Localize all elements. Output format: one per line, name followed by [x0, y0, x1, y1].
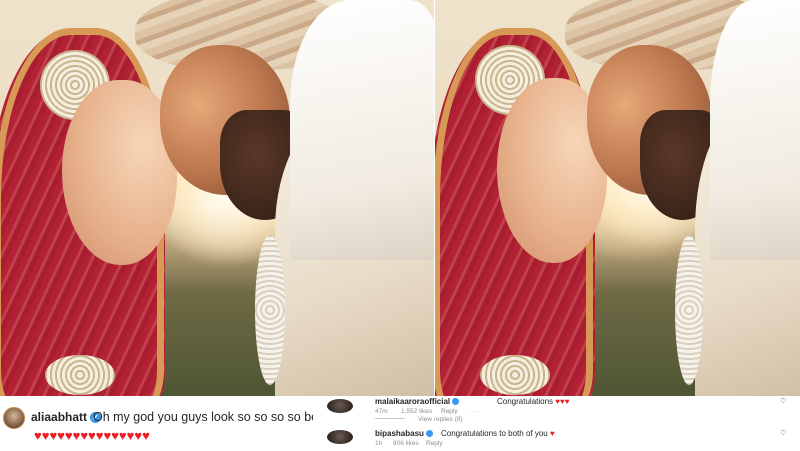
bride-necklace: [480, 355, 550, 395]
comment-text-body: Congratulations: [497, 397, 554, 406]
alia-hearts: ♥♥♥♥♥♥♥♥♥♥♥♥♥♥♥: [34, 428, 150, 443]
wedding-photo-left: [0, 0, 434, 396]
comment-time: 47m: [375, 408, 388, 415]
comments-panel: malaikaaroraofficial Congratulations ♥♥♥…: [313, 396, 800, 451]
comment-username-text[interactable]: malaikaaroraofficial: [375, 397, 450, 406]
comment-username-text[interactable]: bipashabasu: [375, 429, 424, 438]
comment-username[interactable]: malaikaaroraofficial: [375, 397, 460, 406]
comment-text: Congratulations ♥♥♥: [497, 397, 570, 406]
groom-garland: [255, 235, 285, 385]
groom-stole: [710, 0, 800, 260]
comment-hearts: ♥: [549, 429, 555, 438]
alia-username[interactable]: aliaabhatt: [31, 410, 87, 424]
like-heart-icon[interactable]: ♡: [780, 397, 786, 405]
comment-time: 1h: [375, 440, 383, 447]
bride-necklace: [45, 355, 115, 395]
comment-text-body: Congratulations to both of you: [441, 429, 548, 438]
avatar[interactable]: [3, 407, 25, 429]
alia-username-row[interactable]: aliaabhatt ✓: [31, 410, 102, 424]
reply-button[interactable]: Reply: [441, 408, 458, 415]
wedding-photo-right: [435, 0, 800, 396]
comment-text: Congratulations to both of you ♥: [441, 429, 555, 438]
comment-likes[interactable]: 1,552 likes: [401, 408, 432, 415]
comment-hearts: ♥♥♥: [555, 397, 570, 406]
view-replies-link[interactable]: View replies (8): [418, 416, 463, 423]
more-options-icon[interactable]: · · ·: [468, 408, 478, 415]
replies-divider: [375, 418, 405, 419]
comment-username[interactable]: bipashabasu: [375, 429, 433, 438]
avatar[interactable]: [327, 399, 353, 413]
comment-likes[interactable]: 806 likes: [393, 440, 419, 447]
verified-badge-icon: [425, 430, 433, 438]
verified-badge-icon: [452, 398, 460, 406]
groom-stole: [290, 0, 434, 260]
like-heart-icon[interactable]: ♡: [780, 429, 786, 437]
reply-button[interactable]: Reply: [426, 440, 443, 447]
avatar[interactable]: [327, 430, 353, 444]
groom-garland: [675, 235, 703, 385]
